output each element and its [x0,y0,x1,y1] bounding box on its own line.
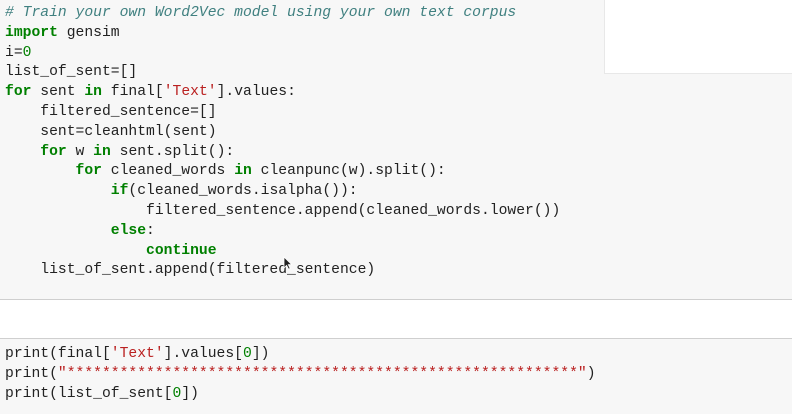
code-token: gensim [57,24,120,41]
code-token: print [5,385,50,402]
code-token: import [5,24,58,41]
code-token: filtered_sentence.append(cleaned_words.l… [146,202,561,219]
code-token: 'Text' [163,84,217,101]
code-token: # Train your own Word2Vec model using yo… [5,5,517,21]
code-line: for sent in final['Text'].values: [5,83,560,103]
code-token: print [5,346,50,362]
code-line: print(list_of_sent[0]) [5,385,596,405]
code-token: 0 [243,346,252,362]
code-token: 0 [172,385,182,402]
code-editor[interactable]: # Train your own Word2Vec model using yo… [5,4,560,281]
code-token: sent=cleanhtml(sent) [40,123,217,140]
code-token: else [110,222,147,239]
code-token: in [93,143,111,160]
code-line: sent=cleanhtml(sent) [5,123,560,143]
code-token: in [234,163,252,180]
code-token: for [5,84,32,101]
code-token: i= [5,44,23,61]
code-token: cleanpunc(w).split(): [251,163,446,180]
code-token: sent.split(): [110,143,235,160]
code-token: (final[ [49,346,111,362]
code-token: (cleaned_words.isalpha()): [128,183,358,200]
code-line: print("*********************************… [5,365,596,385]
code-token: : [146,222,155,239]
code-token: "***************************************… [57,365,587,382]
code-token: list_of_sent=[] [5,64,138,81]
code-token: in [84,84,102,101]
code-line: for cleaned_words in cleanpunc(w).split(… [5,162,560,182]
code-line: else: [5,222,560,242]
code-line: filtered_sentence=[] [5,103,560,123]
code-token: list_of_sent.append(filtered_sentence) [40,262,376,279]
code-line: i=0 [5,44,560,64]
code-line: for w in sent.split(): [5,143,560,163]
code-token: w [66,143,94,160]
code-token: if [110,183,129,200]
code-token: ( [49,365,58,382]
code-token: ) [586,365,596,382]
code-line: import gensim [5,24,560,44]
code-line: filtered_sentence.append(cleaned_words.l… [5,202,560,222]
code-line: list_of_sent=[] [5,63,560,83]
code-line: # Train your own Word2Vec model using yo… [5,4,560,24]
code-token: 0 [22,44,32,61]
code-token: ].values[ [163,346,243,362]
code-token: print [5,365,50,382]
code-token: final[ [101,84,164,101]
mouse-pointer-icon [283,256,293,270]
code-token: ].values: [216,84,296,101]
code-cell-print[interactable]: print(final['Text'].values[0]) print("***… [0,338,792,414]
code-token: cleaned_words [101,163,235,180]
code-token: for [40,143,67,160]
code-token: (list_of_sent[ [49,385,173,402]
blank-overlay-panel [604,0,792,74]
code-token: ]) [181,385,199,402]
code-editor[interactable]: print(final['Text'].values[0]) print("***… [5,345,596,404]
code-line: if(cleaned_words.isalpha()): [5,182,560,202]
code-token: sent [31,84,85,101]
code-token: continue [146,242,217,259]
code-token: ]) [251,346,270,362]
code-token: filtered_sentence=[] [40,103,217,120]
code-token: 'Text' [110,346,164,362]
code-line: print(final['Text'].values[0]) [5,345,596,365]
code-token: for [75,163,102,180]
